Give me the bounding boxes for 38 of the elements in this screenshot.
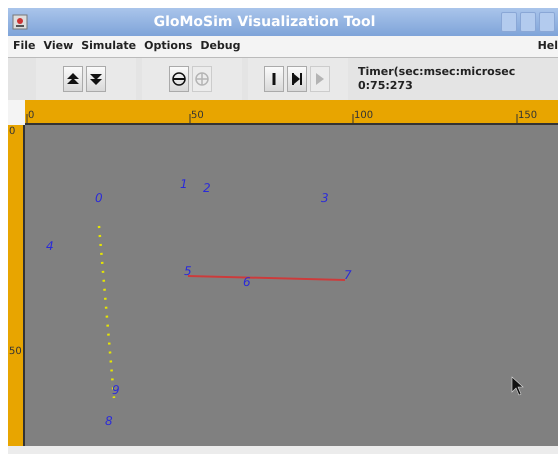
ruler-label: 50 [9, 346, 22, 357]
app-icon [12, 14, 28, 30]
ruler-label: 50 [191, 110, 204, 121]
step-button[interactable] [286, 66, 306, 92]
node-label: 6 [243, 275, 251, 289]
node-label: 1 [180, 177, 188, 191]
node-label: 2 [203, 181, 211, 195]
menu-item[interactable]: Simulate [81, 38, 136, 55]
up-arrows-button[interactable] [63, 66, 83, 92]
zoom-out-button[interactable] [169, 66, 189, 92]
node-label: 9 [112, 383, 120, 397]
node-label: 3 [321, 191, 329, 205]
ruler-label: 0 [28, 110, 34, 121]
menu-item[interactable]: Options [144, 38, 192, 55]
step-icon [290, 72, 304, 86]
bar-button[interactable] [264, 66, 284, 92]
down-arrows-button[interactable] [86, 66, 106, 92]
down-arrows-icon [89, 72, 103, 86]
up-arrows-icon [66, 72, 80, 86]
node-label: 4 [46, 239, 54, 253]
window-title: GloMoSim Visualization Tool [152, 12, 376, 32]
menu-item[interactable]: File [13, 38, 36, 55]
pointer-icon [512, 376, 524, 396]
timer-value: 0:75:273 [358, 79, 414, 93]
timer-label: Timer(sec:msec:microsec [358, 65, 516, 79]
ruler-corner [8, 100, 25, 125]
ruler-label: 0 [9, 126, 16, 137]
node-label: 0 [95, 191, 103, 205]
menu-item[interactable]: Debug [200, 38, 241, 55]
node-label: 5 [184, 264, 192, 278]
node-label: 7 [344, 268, 352, 282]
ruler-label: 100 [354, 110, 374, 121]
ruler-label: 150 [518, 110, 538, 121]
zoom-out-icon [172, 72, 186, 86]
node-label: 8 [105, 414, 113, 428]
menu-item[interactable]: Hel [538, 38, 558, 55]
zoom-in-icon [195, 72, 209, 86]
menu-item[interactable]: View [44, 38, 74, 55]
